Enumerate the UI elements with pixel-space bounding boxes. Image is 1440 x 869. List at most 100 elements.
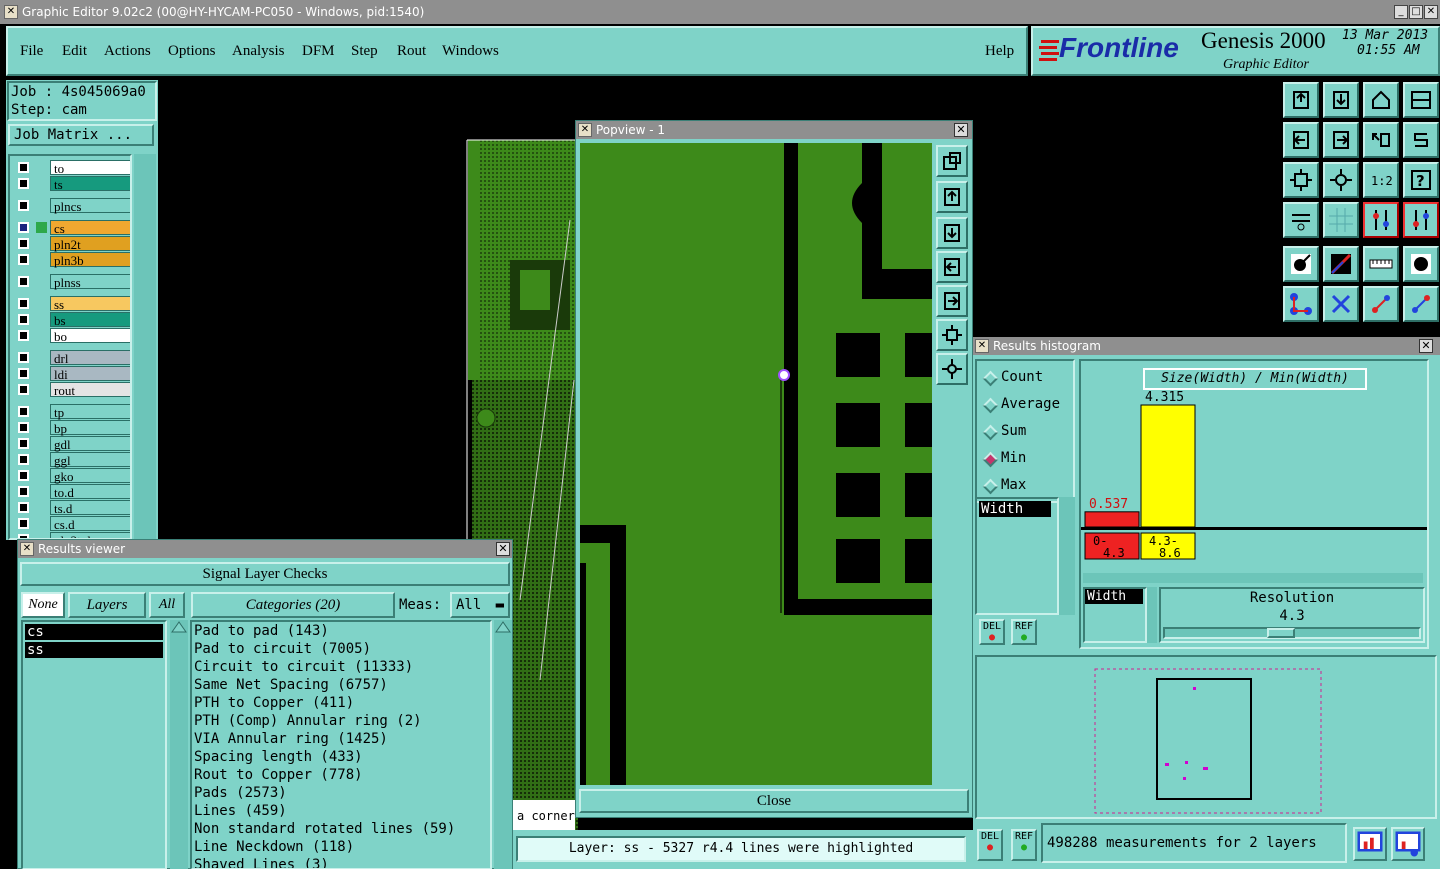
layer-row-rout[interactable]: rout (14, 382, 130, 398)
line-blue-icon[interactable] (1403, 286, 1439, 322)
category-item[interactable]: Same Net Spacing (6757) (194, 676, 490, 694)
category-item[interactable]: Pads (2573) (194, 784, 490, 802)
category-item[interactable]: Non standard rotated lines (59) (194, 820, 490, 838)
popview-zoom-window-icon[interactable] (936, 145, 968, 177)
category-item[interactable]: Line Neckdown (118) (194, 838, 490, 856)
width-scrollbar[interactable] (1147, 587, 1157, 643)
undo-view-icon[interactable] (1363, 122, 1399, 158)
mode-radio-count[interactable] (982, 370, 999, 387)
redraw-icon[interactable] (1403, 122, 1439, 158)
histogram-chart[interactable]: 0.5370-4.34.3154.3-8.6 (1081, 361, 1427, 581)
layer-checkbox[interactable] (18, 470, 29, 481)
popview-pan-down-icon[interactable] (936, 217, 968, 249)
categories-scrollbar[interactable] (494, 620, 512, 869)
category-item[interactable]: PTH to Copper (411) (194, 694, 490, 712)
mode-label-count[interactable]: Count (1001, 369, 1043, 385)
category-item[interactable]: PTH (Comp) Annular ring (2) (194, 712, 490, 730)
menu-help[interactable]: Help (985, 43, 1014, 60)
layer-name[interactable]: pln3b (50, 252, 130, 268)
mode-label-average[interactable]: Average (1001, 396, 1060, 412)
close-icon[interactable]: ✕ (496, 542, 510, 556)
layer-name[interactable]: ss (50, 296, 130, 312)
dot-icon[interactable] (1403, 246, 1439, 282)
layer-checkbox[interactable] (18, 162, 29, 173)
mode-label-sum[interactable]: Sum (1001, 423, 1026, 439)
metric-scrollbar[interactable] (1059, 497, 1075, 615)
layer-row-ts-d[interactable]: ts.d (14, 500, 130, 516)
zoom-1to2-icon[interactable]: 1:2 (1363, 162, 1399, 198)
grid-icon[interactable] (1323, 202, 1359, 238)
popview-pan-up-icon[interactable] (936, 181, 968, 213)
layer-row-bo[interactable]: bo (14, 328, 130, 344)
layer-row-ldi[interactable]: ldi (14, 366, 130, 382)
layer-row-ggl[interactable]: ggl (14, 452, 130, 468)
layer-checkbox[interactable] (18, 330, 29, 341)
layer-name[interactable]: cs (50, 220, 130, 236)
snap-blue-icon[interactable] (1403, 202, 1439, 238)
layer-row-gko[interactable]: gko (14, 468, 130, 484)
close-icon[interactable]: ✕ (1424, 5, 1438, 19)
measure-red-icon[interactable] (1323, 246, 1359, 282)
layer-name[interactable]: bs (50, 312, 130, 328)
result-layer-item[interactable]: cs (25, 624, 163, 640)
layer-row-bs[interactable]: bs (14, 312, 130, 328)
del-button[interactable]: DEL ● (979, 619, 1005, 645)
layer-name[interactable]: ts.d (50, 500, 130, 516)
minimize-icon[interactable]: _ (1394, 5, 1408, 19)
mode-label-min[interactable]: Min (1001, 450, 1026, 466)
menu-options[interactable]: Options (168, 43, 216, 60)
category-item[interactable]: Circuit to circuit (11333) (194, 658, 490, 676)
cross-icon[interactable] (1323, 286, 1359, 322)
layer-row-bp[interactable]: bp (14, 420, 130, 436)
layer-checkbox[interactable] (18, 178, 29, 189)
layers-button[interactable]: Layers (68, 592, 146, 618)
popview-pan-left-icon[interactable] (936, 251, 968, 283)
histogram-hscroll[interactable] (1083, 573, 1423, 583)
mode-radio-sum[interactable] (982, 424, 999, 441)
signal-layer-checks-header[interactable]: Signal Layer Checks (20, 562, 510, 586)
zoom-fit-icon[interactable] (1283, 162, 1319, 198)
layer-row-ts[interactable]: ts (14, 176, 130, 192)
layer-checkbox[interactable] (18, 502, 29, 513)
pan-down-icon[interactable] (1323, 82, 1359, 118)
layer-checkbox[interactable] (18, 200, 29, 211)
layer-name[interactable]: plnss (50, 274, 130, 290)
menu-windows[interactable]: Windows (442, 43, 499, 60)
menu-edit[interactable]: Edit (62, 43, 87, 60)
mode-radio-max[interactable] (982, 478, 999, 495)
popview-zoom-fit-icon[interactable] (936, 319, 968, 351)
popview-pan-right-icon[interactable] (936, 285, 968, 317)
category-item[interactable]: Shaved Lines (3) (194, 856, 490, 868)
layer-row-tp[interactable]: tp (14, 404, 130, 420)
layer-checkbox[interactable] (18, 438, 29, 449)
layer-name[interactable]: to (50, 160, 130, 176)
category-item[interactable]: Spacing length (433) (194, 748, 490, 766)
layer-name[interactable]: cs.d (50, 516, 130, 532)
layer-row-pln2t[interactable]: pln2t (14, 236, 130, 252)
ref-button[interactable]: REF ● (1011, 619, 1037, 645)
histogram-bar[interactable] (1084, 511, 1140, 528)
menu-step[interactable]: Step (351, 43, 378, 60)
layer-checkbox[interactable] (18, 486, 29, 497)
ruler-icon[interactable] (1363, 246, 1399, 282)
result-layer-item[interactable]: ss (25, 642, 163, 658)
network-icon[interactable] (1283, 286, 1319, 322)
layer-checkbox[interactable] (18, 384, 29, 395)
layer-checkbox[interactable] (18, 422, 29, 433)
pan-right-icon[interactable] (1323, 122, 1359, 158)
zoom-in-icon[interactable] (1323, 162, 1359, 198)
category-item[interactable]: Lines (459) (194, 802, 490, 820)
layer-results-scrollbar[interactable] (170, 620, 188, 869)
maximize-icon[interactable]: □ (1409, 5, 1423, 19)
layer-row-gdl[interactable]: gdl (14, 436, 130, 452)
split-view-icon[interactable] (1403, 82, 1439, 118)
popview-close-button[interactable]: Close (579, 789, 969, 813)
category-item[interactable]: Pad to pad (143) (194, 622, 490, 640)
menu-file[interactable]: File (20, 43, 43, 60)
layer-row-to[interactable]: to (14, 160, 130, 176)
menu-dfm[interactable]: DFM (302, 43, 335, 60)
layer-scrollbar[interactable] (134, 154, 156, 540)
layer-name[interactable]: tp (50, 404, 130, 420)
menu-analysis[interactable]: Analysis (232, 43, 285, 60)
layer-row-drl[interactable]: drl (14, 350, 130, 366)
